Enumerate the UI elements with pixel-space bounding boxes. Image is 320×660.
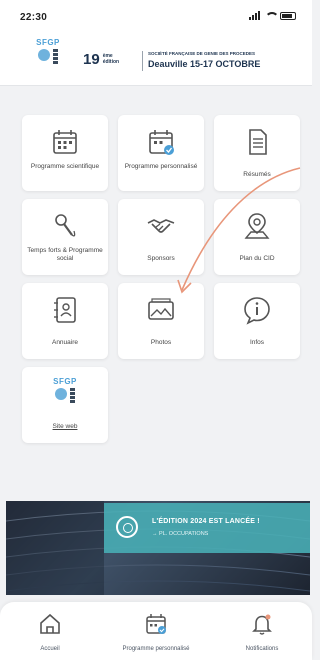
tile-label: Temps forts & Programme social xyxy=(27,247,103,262)
header-dates: Deauville 15-17 OCTOBRE xyxy=(148,59,261,69)
microphone-icon xyxy=(55,214,76,237)
header-organization: SOCIÉTÉ FRANÇAISE DE GENIE DES PROCEDES xyxy=(148,51,256,56)
document-icon xyxy=(249,129,267,155)
tile-label: Photos xyxy=(150,339,172,346)
nav-label: Programme personnalisé xyxy=(122,646,190,652)
tile-sponsors[interactable]: Sponsors xyxy=(118,199,204,275)
banner-logo-icon xyxy=(116,516,138,538)
header-divider xyxy=(142,51,143,71)
tile-plan-du-cid[interactable]: Plan du CID xyxy=(214,199,300,275)
calendar-check-icon xyxy=(146,614,166,634)
edition-banner[interactable]: L'ÉDITION 2024 EST LANCÉE ! → PL. OCCUPA… xyxy=(6,501,310,595)
sfgp-logo[interactable]: SFGP xyxy=(30,38,66,80)
home-icon xyxy=(40,613,60,634)
calendar-icon xyxy=(53,130,77,154)
tile-photos[interactable]: Photos xyxy=(118,283,204,359)
tile-site-web[interactable]: SFGP Site web xyxy=(22,367,108,443)
tile-resumes[interactable]: Résumés xyxy=(214,115,300,191)
wifi-icon xyxy=(264,11,279,20)
tile-annuaire[interactable]: Annuaire xyxy=(22,283,108,359)
bottom-nav: Accueil Programme personnalisé Notificat… xyxy=(0,602,312,660)
tile-label: Résumés xyxy=(243,171,271,178)
nav-notifications[interactable]: Notifications xyxy=(212,608,312,658)
address-book-icon xyxy=(54,297,76,323)
tile-label: Plan du CID xyxy=(239,255,275,262)
tile-label: Programme personnalisé xyxy=(124,163,198,170)
banner-title: L'ÉDITION 2024 EST LANCÉE ! xyxy=(152,518,260,525)
banner-subtitle: → PL. OCCUPATIONS xyxy=(152,531,209,537)
info-icon xyxy=(244,297,270,325)
site-web-logo-text: SFGP xyxy=(53,377,77,386)
tile-programme-scientifique[interactable]: Programme scientifique xyxy=(22,115,108,191)
logo-text: SFGP xyxy=(36,38,60,47)
tile-label: Annuaire xyxy=(51,339,79,346)
edition-sup-line2: édition xyxy=(102,58,120,65)
nav-label: Notifications xyxy=(245,646,279,652)
globe-icon xyxy=(38,49,50,61)
tile-label: Programme scientifique xyxy=(30,163,100,170)
bars-icon xyxy=(70,388,75,403)
bars-icon xyxy=(53,49,58,64)
status-icons xyxy=(249,11,296,20)
nav-accueil[interactable]: Accueil xyxy=(0,608,100,658)
app-header: SFGP 19 ème édition SOCIÉTÉ FRANÇAISE DE… xyxy=(0,34,312,86)
banner-overlay: L'ÉDITION 2024 EST LANCÉE ! → PL. OCCUPA… xyxy=(104,503,310,553)
bell-icon xyxy=(252,614,272,635)
tile-programme-personnalise[interactable]: Programme personnalisé xyxy=(118,115,204,191)
edition-badge: 19 ème édition xyxy=(83,51,119,68)
tile-infos[interactable]: Infos xyxy=(214,283,300,359)
status-bar: 22:30 xyxy=(0,0,312,34)
nav-label: Accueil xyxy=(40,646,60,652)
edition-number: 19 xyxy=(83,51,100,68)
website-logo-icon: SFGP xyxy=(47,377,83,413)
status-time: 22:30 xyxy=(20,12,48,23)
battery-icon xyxy=(280,11,296,20)
nav-programme-personnalise[interactable]: Programme personnalisé xyxy=(106,608,206,658)
tile-label: Site web xyxy=(52,423,78,430)
tile-label: Infos xyxy=(249,339,265,346)
globe-icon xyxy=(55,388,67,400)
map-icon xyxy=(244,213,270,239)
tile-temps-forts[interactable]: Temps forts & Programme social xyxy=(22,199,108,275)
calendar-check-icon xyxy=(149,130,174,155)
signal-icon xyxy=(249,11,260,20)
tile-label: Sponsors xyxy=(147,255,175,262)
handshake-icon xyxy=(147,219,175,233)
photo-icon xyxy=(148,298,174,320)
